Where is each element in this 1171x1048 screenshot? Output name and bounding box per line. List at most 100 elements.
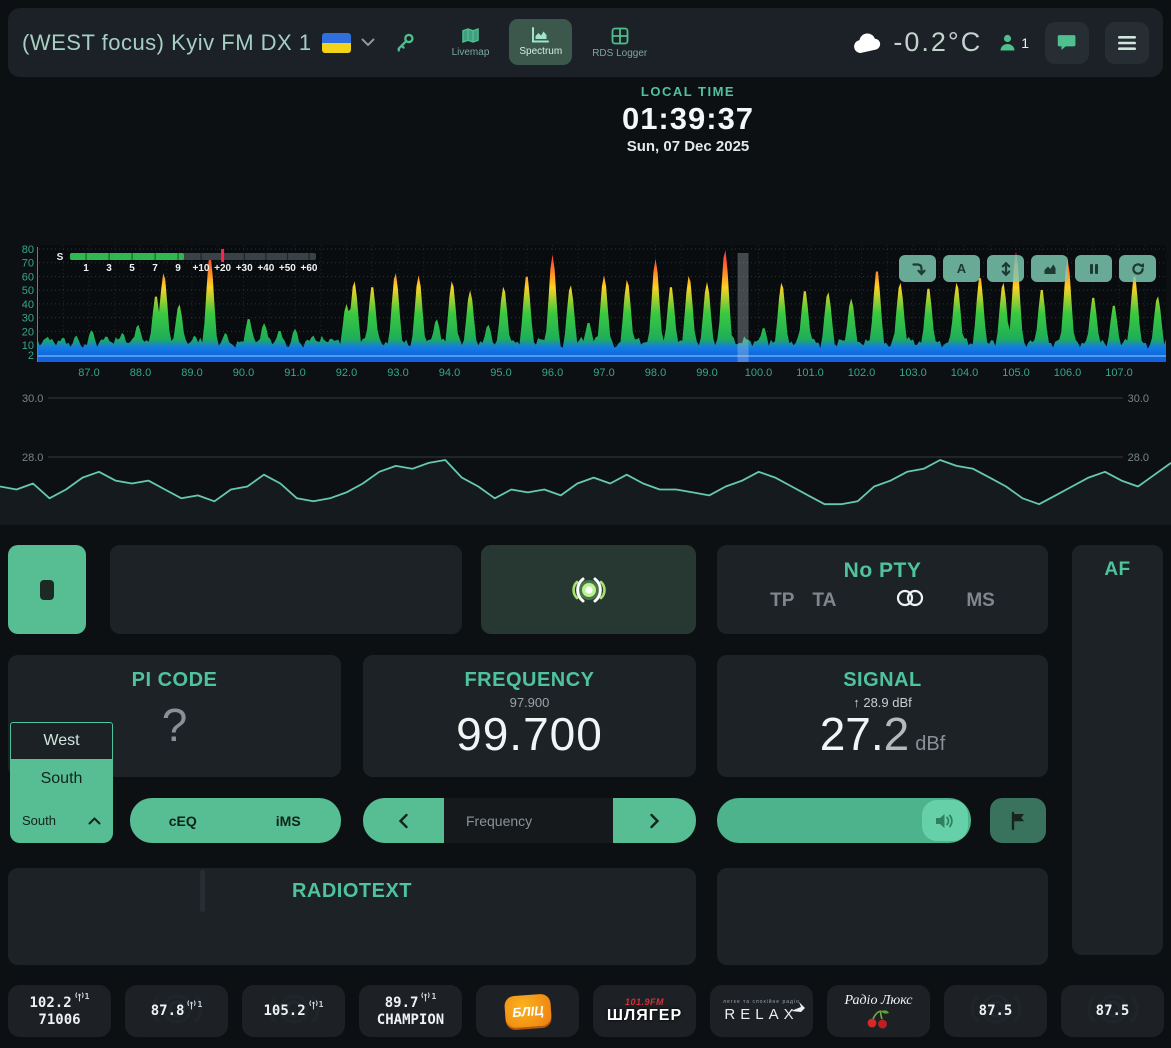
svg-text:70: 70: [22, 258, 34, 270]
frequency-panel: FREQUENCY 97.900 99.700: [363, 655, 696, 777]
svg-text:30: 30: [22, 313, 34, 325]
preset-button[interactable]: Радіо Люкс: [827, 985, 930, 1037]
signal-history-plot: 30.030.028.028.026.026.0: [0, 385, 1171, 525]
tp-flag: TP: [770, 590, 794, 612]
signal-value: 27.2dBf: [717, 710, 1048, 758]
svg-text:90.0: 90.0: [233, 367, 254, 379]
admin-key-button[interactable]: [395, 32, 416, 53]
preset-button[interactable]: 102.2171006: [8, 985, 111, 1037]
scroll-to-tuner-button[interactable]: [899, 255, 936, 282]
svg-text:1: 1: [83, 263, 89, 274]
autorange-button[interactable]: A: [943, 255, 980, 282]
scrollbar[interactable]: [200, 870, 205, 912]
user-icon: [998, 33, 1017, 52]
svg-text:89.0: 89.0: [181, 367, 202, 379]
svg-text:106.0: 106.0: [1054, 367, 1082, 379]
radiotext-panel: RADIOTEXT: [8, 868, 696, 965]
ims-button[interactable]: iMS: [236, 813, 342, 829]
pty-value: No PTY: [717, 559, 1048, 583]
svg-text:+10: +10: [193, 263, 210, 274]
ms-flag: MS: [966, 590, 995, 612]
svg-text:94.0: 94.0: [439, 367, 460, 379]
frequency-up-button[interactable]: [613, 798, 696, 843]
current-frequency: 99.700: [363, 710, 696, 758]
preset-button[interactable]: 87.81: [125, 985, 228, 1037]
volume-slider[interactable]: [717, 798, 971, 843]
clock-date: Sun, 07 Dec 2025: [503, 138, 873, 155]
preset-button[interactable]: 105.21: [242, 985, 345, 1037]
svg-text:40: 40: [22, 299, 34, 311]
svg-text:102.0: 102.0: [848, 367, 876, 379]
speaker-icon: [934, 812, 956, 830]
nav-livemap-button[interactable]: Livemap: [442, 19, 500, 66]
antenna-count: 1: [420, 992, 436, 1002]
svg-text:2: 2: [28, 350, 34, 362]
stereo-circles-icon: [893, 589, 927, 613]
spectrum-toolbar: A: [899, 255, 1156, 282]
antenna-select[interactable]: South: [10, 798, 113, 843]
chevron-right-icon: [649, 813, 660, 829]
preset-button[interactable]: 87.5: [1061, 985, 1164, 1037]
preset-station-label: 71006: [38, 1012, 80, 1028]
svg-text:100.0: 100.0: [745, 367, 773, 379]
preset-button[interactable]: 87.5: [944, 985, 1047, 1037]
svg-text:+60: +60: [301, 263, 318, 274]
volume-thumb[interactable]: [922, 800, 968, 841]
ceq-button[interactable]: cEQ: [130, 813, 236, 829]
refresh-icon: [1129, 260, 1147, 278]
logo-blic: БЛІЦ: [503, 993, 551, 1028]
svg-text:88.0: 88.0: [130, 367, 151, 379]
svg-text:5: 5: [129, 263, 135, 274]
station-selector[interactable]: (WEST focus) Kyiv FM DX 1: [22, 30, 375, 56]
antenna-selected-value: South: [22, 813, 56, 828]
nav-rds-logger-button[interactable]: RDS Logger: [582, 19, 657, 67]
chevron-down-icon: [361, 38, 375, 47]
graph-style-button[interactable]: [1031, 255, 1068, 282]
svg-text:30.0: 30.0: [22, 393, 43, 405]
rds-info-panel: [717, 868, 1048, 965]
antenna-option-west[interactable]: West: [10, 722, 113, 760]
stop-audio-button[interactable]: [8, 545, 86, 634]
svg-text:107.0: 107.0: [1105, 367, 1133, 379]
preset-bank: 102.217100687.81105.2189.71CHAMPIONБЛІЦ1…: [8, 985, 1164, 1037]
preset-button[interactable]: 89.71CHAMPION: [359, 985, 462, 1037]
menu-button[interactable]: [1105, 22, 1149, 64]
preset-station-label: CHAMPION: [377, 1012, 444, 1028]
svg-text:96.0: 96.0: [542, 367, 563, 379]
svg-text:93.0: 93.0: [387, 367, 408, 379]
pty-panel: No PTY TP TA MS: [717, 545, 1048, 634]
svg-text:95.0: 95.0: [490, 367, 511, 379]
preset-frequency: 105.2: [264, 1003, 306, 1019]
svg-text:+50: +50: [279, 263, 296, 274]
refresh-button[interactable]: [1119, 255, 1156, 282]
spectrum-analyzer[interactable]: 8070605040302010287.088.089.090.091.092.…: [8, 245, 1166, 381]
rds-flags: TP TA MS: [717, 589, 1048, 613]
station-title: (WEST focus) Kyiv FM DX 1: [22, 30, 312, 56]
svg-text:92.0: 92.0: [336, 367, 357, 379]
report-flag-button[interactable]: [990, 798, 1046, 843]
chat-bubble-icon: [1057, 33, 1077, 52]
nav-spectrum-button[interactable]: Spectrum: [509, 19, 572, 65]
stereo-broadcast-icon: [557, 569, 621, 611]
stereo-indicator-panel: [481, 545, 696, 634]
letter-a-icon: A: [957, 261, 966, 276]
resize-vertical-button[interactable]: [987, 255, 1024, 282]
main-nav: Livemap Spectrum RDS Logger: [442, 19, 658, 67]
pi-code-label: PI CODE: [8, 669, 341, 692]
pause-icon: [1085, 260, 1103, 278]
arrows-vertical-icon: [997, 260, 1015, 278]
preset-button[interactable]: легке та спокійне радіоRELAX: [710, 985, 813, 1037]
preset-button[interactable]: 101.9FMШЛЯГЕР: [593, 985, 696, 1037]
nav-livemap-label: Livemap: [452, 47, 490, 58]
antenna-option-south[interactable]: South: [10, 760, 113, 798]
frequency-down-button[interactable]: [363, 798, 444, 843]
svg-text:20: 20: [22, 326, 34, 338]
chat-button[interactable]: [1045, 22, 1089, 64]
pause-button[interactable]: [1075, 255, 1112, 282]
preset-button[interactable]: БЛІЦ: [476, 985, 579, 1037]
frequency-input[interactable]: [444, 798, 613, 843]
eq-ims-pill: cEQ iMS: [130, 798, 341, 843]
chevron-up-icon: [88, 817, 101, 825]
arrow-turn-down-icon: [909, 260, 927, 278]
preset-frequency: 102.2: [30, 995, 72, 1011]
